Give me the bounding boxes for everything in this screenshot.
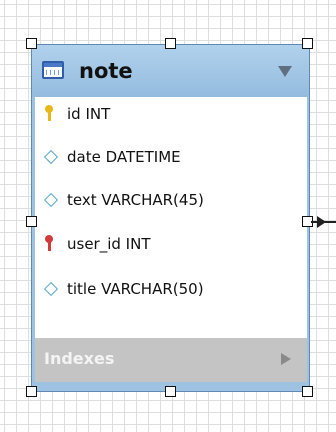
table-note[interactable]: note id INT date DATETIME text VARCHAR(4… xyxy=(31,44,310,392)
resize-handle-bottom-right[interactable] xyxy=(302,386,313,397)
column-row[interactable]: title VARCHAR(50) xyxy=(35,274,307,304)
relationship-connector[interactable] xyxy=(311,215,336,229)
column-diamond-icon xyxy=(43,281,59,297)
resize-handle-left[interactable] xyxy=(26,216,37,227)
table-header[interactable]: note xyxy=(32,45,309,97)
column-row[interactable]: date DATETIME xyxy=(35,142,307,172)
column-row[interactable]: text VARCHAR(45) xyxy=(35,185,307,215)
resize-handle-bottom[interactable] xyxy=(165,386,176,397)
resize-handle-bottom-left[interactable] xyxy=(26,386,37,397)
column-diamond-icon xyxy=(43,192,59,208)
connector-arrow-icon xyxy=(317,216,326,228)
indexes-label: Indexes xyxy=(44,349,115,368)
indexes-section[interactable]: Indexes xyxy=(35,338,307,382)
column-label: date DATETIME xyxy=(67,148,181,166)
column-label: text VARCHAR(45) xyxy=(67,191,204,209)
column-label: title VARCHAR(50) xyxy=(67,280,204,298)
resize-handle-top-left[interactable] xyxy=(26,38,37,49)
expand-arrow-icon[interactable] xyxy=(281,353,291,365)
column-row[interactable]: user_id INT xyxy=(35,229,307,259)
collapse-arrow-icon[interactable] xyxy=(278,66,292,77)
column-row[interactable]: id INT xyxy=(35,99,307,129)
table-title: note xyxy=(79,59,133,83)
table-icon xyxy=(42,61,64,79)
resize-handle-top-right[interactable] xyxy=(302,38,313,49)
column-diamond-icon xyxy=(43,149,59,165)
column-label: id INT xyxy=(67,105,111,123)
diagram-canvas[interactable]: note id INT date DATETIME text VARCHAR(4… xyxy=(0,0,336,432)
column-label: user_id INT xyxy=(67,235,151,253)
resize-handle-top[interactable] xyxy=(165,38,176,49)
